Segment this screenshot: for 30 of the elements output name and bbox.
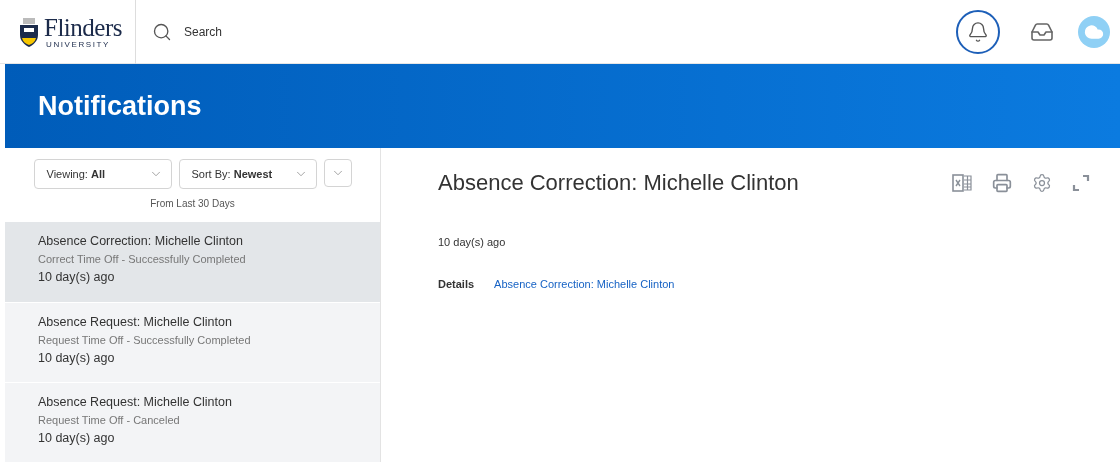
page-title: Notifications <box>38 90 202 122</box>
notification-status: Correct Time Off - Successfully Completed <box>38 253 247 265</box>
logo-name: Flinders <box>44 14 122 40</box>
expand-icon[interactable] <box>1072 174 1090 192</box>
university-logo[interactable]: Flinders UNIVERSITY <box>0 0 136 64</box>
print-icon[interactable] <box>992 173 1012 193</box>
crest-icon <box>18 15 40 48</box>
filter-dropdown[interactable]: Viewing: All <box>33 159 172 189</box>
logo-subtitle: UNIVERSITY <box>45 40 111 49</box>
notification-status: Request Time Off - Canceled <box>38 414 181 426</box>
notification-time: 10 day(s) ago <box>38 351 116 365</box>
notifications-button[interactable] <box>956 9 1000 54</box>
search-icon <box>152 21 172 42</box>
profile-avatar[interactable] <box>1078 15 1110 48</box>
spreadsheet-icon[interactable] <box>952 174 972 192</box>
notification-item[interactable]: Absence Correction: Michelle Clinton Correct Time Off - Successfully Completed 10 day(s) ago <box>5 222 380 302</box>
detail-title: Absence Correction: Michelle Clinton <box>438 170 799 196</box>
filter-dropdown[interactable]: Sort By: Newest <box>178 159 317 189</box>
notification-time: 10 day(s) ago <box>38 270 116 284</box>
filter-note: From Last 30 Days <box>150 198 235 209</box>
settings-icon[interactable] <box>1032 173 1052 193</box>
notification-time: 10 day(s) ago <box>38 431 116 445</box>
details-link[interactable]: Absence Correction: Michelle Clinton <box>494 278 675 290</box>
details-label: Details <box>438 278 475 290</box>
notification-title: Absence Correction: Michelle Clinton <box>38 234 244 248</box>
notification-title: Absence Request: Michelle Clinton <box>38 395 233 409</box>
notification-status: Request Time Off - Successfully Completed <box>38 334 252 346</box>
notification-title: Absence Request: Michelle Clinton <box>38 315 233 329</box>
bell-icon <box>967 20 989 43</box>
detail-time: 10 day(s) ago <box>438 236 507 248</box>
